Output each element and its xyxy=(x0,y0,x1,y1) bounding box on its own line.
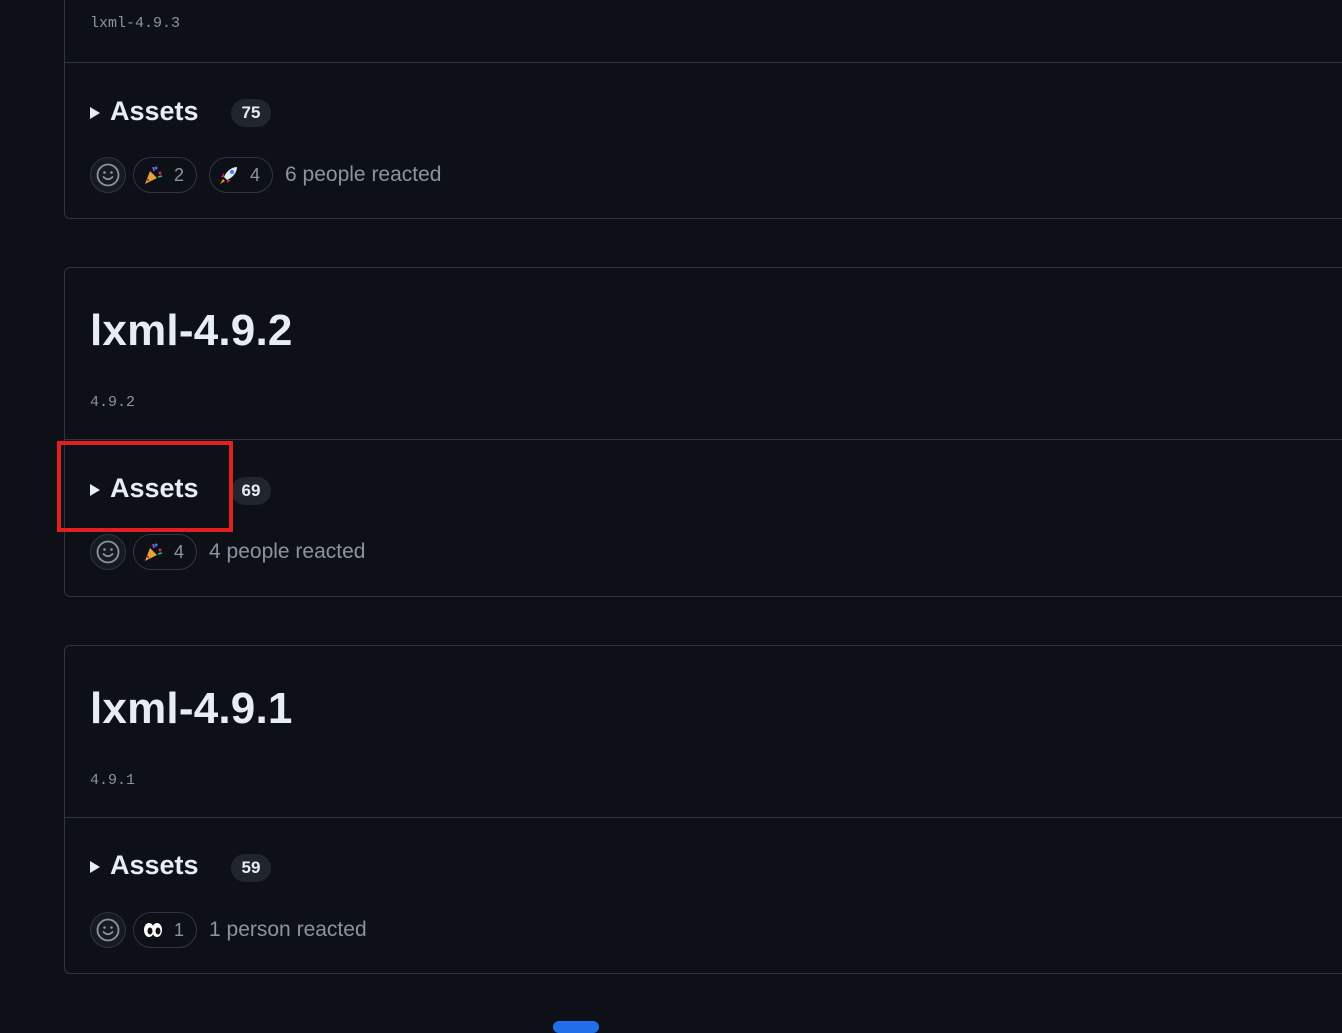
expand-triangle-icon xyxy=(90,484,100,496)
release-title[interactable]: lxml-4.9.1 xyxy=(90,684,293,734)
release-tag: 4.9.2 xyxy=(90,394,136,411)
smiley-icon xyxy=(96,540,120,564)
reaction-tada-button[interactable]: 2 xyxy=(133,157,198,193)
release-title[interactable]: lxml-4.9.2 xyxy=(90,306,293,356)
assets-toggle[interactable]: Assets xyxy=(90,848,199,882)
reacted-summary: 4 people reacted xyxy=(209,540,366,563)
reaction-count: 4 xyxy=(174,541,185,562)
reaction-count: 2 xyxy=(174,164,185,185)
tada-icon xyxy=(142,164,164,186)
reaction-count: 4 xyxy=(250,164,261,185)
assets-label: Assets xyxy=(110,849,199,880)
tada-icon xyxy=(142,541,164,563)
assets-toggle[interactable]: Assets xyxy=(90,471,199,505)
smiley-icon xyxy=(96,163,120,187)
assets-toggle[interactable]: Assets xyxy=(90,94,199,128)
add-reaction-button[interactable] xyxy=(90,534,126,570)
eyes-icon xyxy=(142,919,164,941)
assets-label: Assets xyxy=(110,472,199,503)
release-tag: lxml-4.9.3 xyxy=(90,15,181,32)
smiley-icon xyxy=(96,918,120,942)
reacted-summary: 6 people reacted xyxy=(285,163,442,186)
reaction-tada-button[interactable]: 4 xyxy=(133,534,198,570)
release-card-4-9-1: lxml-4.9.1 4.9.1 Assets 59 1 1 person re… xyxy=(64,645,1342,974)
reacted-summary: 1 person reacted xyxy=(209,918,367,941)
add-reaction-button[interactable] xyxy=(90,912,126,948)
reactions-bar: 2 4 6 people reacted xyxy=(90,156,442,194)
reactions-bar: 1 1 person reacted xyxy=(90,911,367,949)
assets-count-badge: 75 xyxy=(231,99,271,127)
rocket-icon xyxy=(218,164,240,186)
release-card-4-9-3: lxml-4.9.3 Assets 75 2 4 6 people reacte… xyxy=(64,0,1342,219)
pagination-current-page[interactable] xyxy=(553,1021,599,1033)
release-tag: 4.9.1 xyxy=(90,772,136,789)
reaction-rocket-button[interactable]: 4 xyxy=(209,157,274,193)
reactions-bar: 4 4 people reacted xyxy=(90,533,365,571)
expand-triangle-icon xyxy=(90,861,100,873)
assets-count-badge: 59 xyxy=(231,854,271,882)
divider xyxy=(65,62,1342,63)
release-card-4-9-2: lxml-4.9.2 4.9.2 Assets 69 4 4 people re… xyxy=(64,267,1342,597)
add-reaction-button[interactable] xyxy=(90,157,126,193)
divider xyxy=(65,817,1342,818)
assets-count-badge: 69 xyxy=(231,477,271,505)
expand-triangle-icon xyxy=(90,107,100,119)
reaction-count: 1 xyxy=(174,919,185,940)
assets-label: Assets xyxy=(110,95,199,126)
divider xyxy=(65,439,1342,440)
reaction-eyes-button[interactable]: 1 xyxy=(133,912,198,948)
